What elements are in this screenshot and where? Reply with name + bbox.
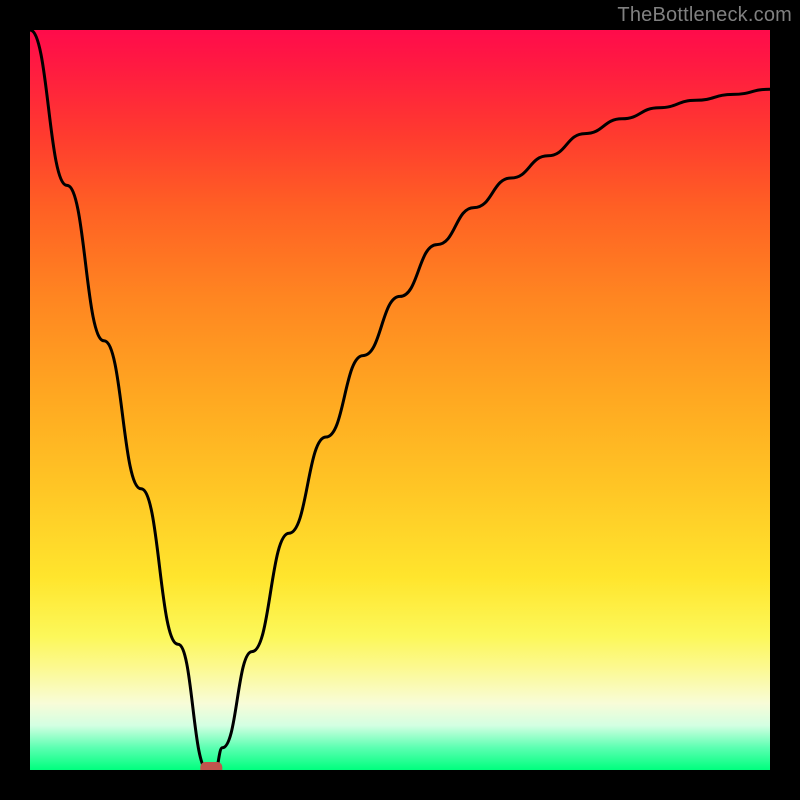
marker-icon	[200, 762, 222, 770]
chart-frame: TheBottleneck.com	[0, 0, 800, 800]
bottleneck-curve	[30, 30, 770, 770]
minimum-marker	[200, 762, 222, 770]
curve-path	[30, 30, 770, 770]
chart-svg	[30, 30, 770, 770]
watermark-text: TheBottleneck.com	[617, 4, 792, 27]
